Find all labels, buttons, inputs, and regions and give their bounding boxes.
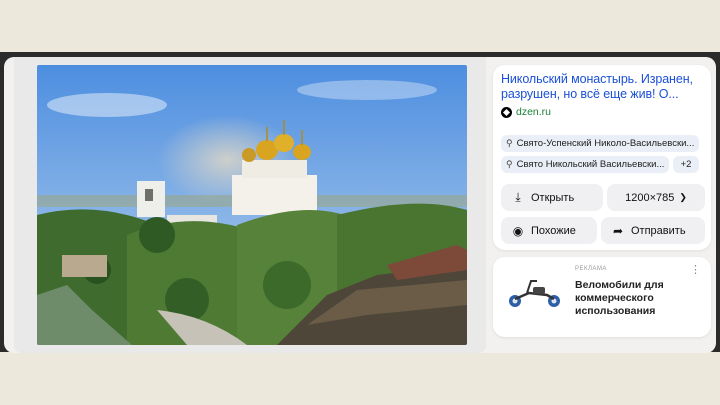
source-domain: dzen.ru bbox=[516, 106, 552, 118]
more-options-icon[interactable]: ⋮ bbox=[690, 263, 701, 276]
article-title-link[interactable]: Никольский монастырь. Изранен, разрушен,… bbox=[501, 72, 703, 102]
image-area bbox=[14, 57, 486, 353]
primary-actions: ⤓ Открыть 1200×785 ❯ bbox=[501, 184, 705, 211]
monastery-photo[interactable] bbox=[37, 65, 467, 345]
share-arrow-icon: ➦ bbox=[612, 223, 624, 238]
search-icon: ⚲ bbox=[506, 138, 513, 148]
source-link[interactable]: dzen.ru bbox=[501, 106, 703, 118]
ad-card[interactable]: РЕКЛАМА ⋮ Веломобили для коммерческого и… bbox=[493, 257, 711, 337]
secondary-actions: ◉ Похожие ➦ Отправить bbox=[501, 217, 705, 244]
lens-icon: ◉ bbox=[512, 223, 524, 238]
similar-label: Похожие bbox=[531, 224, 576, 237]
dzen-logo-icon bbox=[501, 106, 512, 118]
chevron-down-icon: ❯ bbox=[679, 192, 687, 202]
open-button[interactable]: ⤓ Открыть bbox=[501, 184, 603, 211]
tag-label: Свято Никольский Васильевски... bbox=[516, 159, 665, 170]
tag-chip[interactable]: ⚲ Свято-Успенский Николо-Васильевски... bbox=[501, 135, 699, 152]
image-viewer-panel: Никольский монастырь. Изранен, разрушен,… bbox=[4, 57, 716, 353]
size-label: 1200×785 bbox=[625, 191, 675, 204]
send-button[interactable]: ➦ Отправить bbox=[601, 217, 705, 244]
more-tags-button[interactable]: +2 bbox=[673, 156, 699, 173]
ad-label: РЕКЛАМА bbox=[575, 266, 607, 272]
tag-list: ⚲ Свято-Успенский Николо-Васильевски... … bbox=[501, 135, 705, 177]
search-icon: ⚲ bbox=[506, 159, 513, 169]
tag-chip[interactable]: ⚲ Свято Никольский Васильевски... bbox=[501, 156, 669, 173]
tag-label: Свято-Успенский Николо-Васильевски... bbox=[516, 138, 695, 149]
similar-button[interactable]: ◉ Похожие bbox=[501, 217, 597, 244]
send-label: Отправить bbox=[631, 224, 686, 237]
image-info-card: Никольский монастырь. Изранен, разрушен,… bbox=[493, 65, 711, 250]
size-dropdown[interactable]: 1200×785 ❯ bbox=[607, 184, 705, 211]
go-kart-image bbox=[509, 280, 560, 307]
ad-text: Веломобили для коммерческого использован… bbox=[575, 279, 664, 317]
info-column: Никольский монастырь. Изранен, разрушен,… bbox=[493, 65, 711, 337]
open-label: Открыть bbox=[531, 191, 575, 204]
download-icon: ⤓ bbox=[515, 190, 521, 204]
